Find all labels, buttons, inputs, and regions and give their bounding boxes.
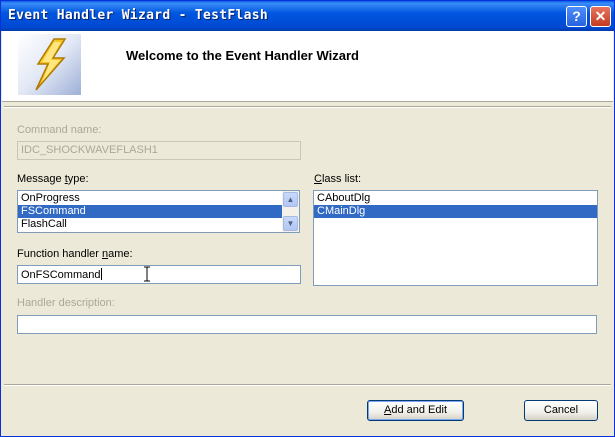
window-title: Event Handler Wizard - TestFlash: [8, 8, 269, 23]
function-handler-label: Function handler name:: [17, 248, 133, 260]
message-type-item-onprogress[interactable]: OnProgress: [18, 192, 299, 205]
text-caret: [101, 268, 103, 280]
scroll-up-icon[interactable]: ▲: [283, 192, 298, 207]
help-button[interactable]: ?: [566, 6, 587, 27]
footer-divider: [4, 384, 611, 386]
command-name-label: Command name:: [17, 124, 102, 136]
event-handler-wizard-window: Event Handler Wizard - TestFlash ? ✕ Wel…: [0, 0, 615, 437]
handler-description-field[interactable]: [17, 315, 597, 334]
wizard-header: Welcome to the Event Handler Wizard: [2, 31, 613, 102]
wizard-heading: Welcome to the Event Handler Wizard: [126, 48, 359, 63]
add-and-edit-button[interactable]: Add and Edit: [367, 400, 464, 421]
message-type-scrollbar[interactable]: ▲ ▼: [282, 191, 299, 232]
message-type-item-flashcall[interactable]: FlashCall: [18, 218, 299, 231]
class-item-cmaindlg[interactable]: CMainDlg: [314, 205, 597, 218]
function-handler-value: OnFSCommand: [21, 269, 101, 281]
class-list-label: Class list:: [314, 173, 362, 185]
class-item-caboutdlg[interactable]: CAboutDlg: [314, 192, 597, 205]
class-listbox[interactable]: CAboutDlg CMainDlg: [313, 190, 598, 286]
scroll-down-icon[interactable]: ▼: [283, 216, 298, 231]
handler-description-label: Handler description:: [17, 297, 115, 309]
cancel-button[interactable]: Cancel: [524, 400, 598, 421]
header-divider: [4, 106, 611, 108]
function-handler-field[interactable]: OnFSCommand: [17, 265, 301, 284]
lightning-icon: [35, 38, 67, 91]
message-type-listbox[interactable]: OnProgress FSCommand FlashCall ▲ ▼: [17, 190, 300, 233]
ibeam-cursor-icon: [144, 266, 150, 282]
close-button[interactable]: ✕: [590, 6, 611, 27]
message-type-label: Message type:: [17, 173, 89, 185]
title-bar[interactable]: Event Handler Wizard - TestFlash ? ✕: [1, 1, 614, 31]
wizard-logo: [18, 34, 81, 95]
message-type-item-fscommand[interactable]: FSCommand: [18, 205, 299, 218]
command-name-field: IDC_SHOCKWAVEFLASH1: [17, 141, 301, 160]
